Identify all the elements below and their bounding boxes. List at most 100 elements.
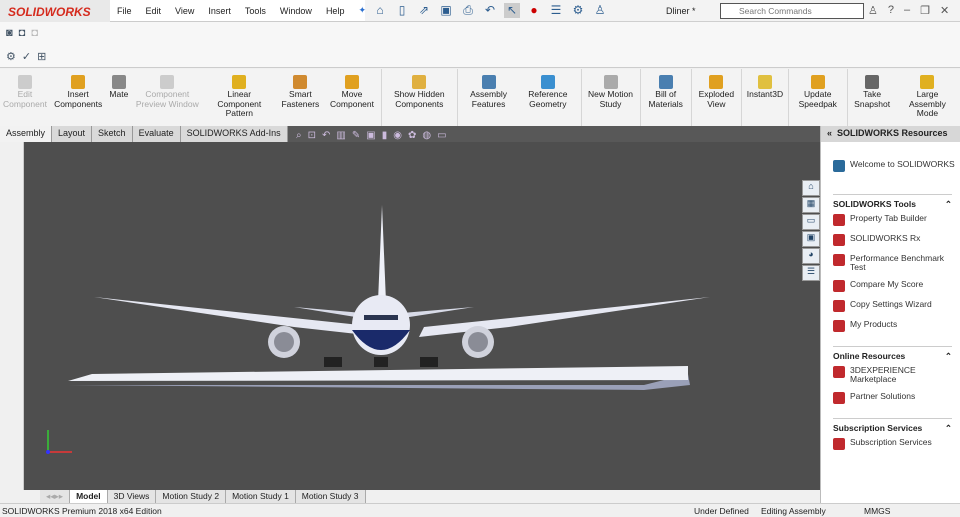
- pin-icon[interactable]: ✦: [351, 5, 373, 16]
- tab-motion-study-1[interactable]: Motion Study 1: [226, 490, 296, 503]
- tab-motion-study-2[interactable]: Motion Study 2: [156, 490, 227, 503]
- exploded-view-button[interactable]: Exploded View: [694, 69, 739, 126]
- component-preview-window-button[interactable]: Component Preview Window: [131, 69, 203, 126]
- home-icon[interactable]: ⌂: [372, 3, 388, 18]
- chevron-up-icon[interactable]: ⌃: [945, 199, 952, 210]
- tab-motion-study-3[interactable]: Motion Study 3: [295, 490, 366, 503]
- section-header[interactable]: Online Resources ⌃: [833, 351, 952, 362]
- collapse-icon[interactable]: «: [827, 128, 837, 138]
- scene-icon[interactable]: ◍: [422, 130, 431, 141]
- mate-button[interactable]: Mate: [106, 69, 131, 126]
- appearances-icon[interactable]: ◕: [802, 248, 820, 264]
- large-assembly-mode-button[interactable]: Large Assembly Mode: [895, 69, 960, 126]
- view-orientation-icon[interactable]: ▣: [366, 130, 375, 141]
- undo-icon[interactable]: ↶: [482, 3, 498, 18]
- graphics-area[interactable]: [24, 142, 820, 490]
- smart-fasteners-button[interactable]: Smart Fasteners: [275, 69, 325, 126]
- dynamic-annotation-icon[interactable]: ✎: [352, 130, 360, 141]
- solidworks-logo[interactable]: SOLIDWORKS: [0, 0, 110, 22]
- resource-link[interactable]: Subscription Services: [833, 438, 952, 450]
- separator: [457, 69, 458, 126]
- resource-section: SOLIDWORKS Tools ⌃ Property Tab Builder SOL…: [833, 194, 952, 332]
- view-palette-icon[interactable]: ▣: [802, 231, 820, 247]
- minimize-button[interactable]: –: [904, 4, 910, 17]
- menu-view[interactable]: View: [168, 6, 201, 16]
- definition-status: Under Defined: [694, 506, 749, 516]
- assembly-features-button[interactable]: Assembly Features: [460, 69, 517, 126]
- menu-insert[interactable]: Insert: [201, 6, 238, 16]
- bill-of-materials-button[interactable]: Bill of Materials: [642, 69, 689, 126]
- move-component-button[interactable]: Move Component: [325, 69, 378, 126]
- instant3d-button[interactable]: Instant3D: [744, 69, 786, 126]
- design-library-icon[interactable]: ▦: [802, 197, 820, 213]
- resource-link[interactable]: Performance Benchmark Test: [833, 254, 952, 272]
- feature-manager-collapsed[interactable]: [0, 142, 24, 490]
- welcome-link[interactable]: Welcome to SOLIDWORKS: [833, 160, 960, 172]
- restore-button[interactable]: ❐: [920, 4, 930, 17]
- user-icon[interactable]: ♙: [592, 3, 608, 18]
- resource-link[interactable]: 3DEXPERIENCE Marketplace: [833, 366, 952, 384]
- tab-sketch[interactable]: Sketch: [92, 126, 133, 142]
- resource-link[interactable]: Partner Solutions: [833, 392, 952, 404]
- account-icon[interactable]: ♙: [868, 4, 878, 17]
- menu-window[interactable]: Window: [273, 6, 319, 16]
- mate-reference-icon[interactable]: ✓: [22, 50, 31, 63]
- tab-assembly[interactable]: Assembly: [0, 126, 53, 142]
- section-header[interactable]: SOLIDWORKS Tools ⌃: [833, 199, 952, 210]
- hide-show-icon[interactable]: ◉: [393, 130, 402, 141]
- zoom-area-icon[interactable]: ⊡: [308, 130, 316, 141]
- assembly-icon[interactable]: ⚙: [6, 50, 16, 63]
- file-properties-icon[interactable]: ☰: [548, 3, 564, 18]
- section-header[interactable]: Subscription Services ⌃: [833, 423, 952, 434]
- resource-link[interactable]: My Products: [833, 320, 952, 332]
- resource-link[interactable]: Compare My Score: [833, 280, 952, 292]
- take-snapshot-button[interactable]: Take Snapshot: [849, 69, 895, 126]
- new-motion-study-button[interactable]: New Motion Study: [583, 69, 637, 126]
- display-style-icon[interactable]: ▮: [382, 130, 388, 141]
- menu-file[interactable]: File: [110, 6, 139, 16]
- previous-view-icon[interactable]: ↶: [322, 130, 330, 141]
- show-hidden-components-button[interactable]: Show Hidden Components: [383, 69, 455, 126]
- appearance-icon[interactable]: ✿: [408, 130, 416, 141]
- reference-geometry-button[interactable]: Reference Geometry: [517, 69, 578, 126]
- linear-component-pattern-button[interactable]: Linear Component Pattern: [203, 69, 275, 126]
- triad-axis-icon: [46, 430, 72, 454]
- select-icon[interactable]: ↖: [504, 3, 520, 18]
- resource-link[interactable]: Copy Settings Wizard: [833, 300, 952, 312]
- rebuild-icon[interactable]: ●: [526, 3, 542, 18]
- open-icon[interactable]: ⇗: [416, 3, 432, 18]
- menu-help[interactable]: Help: [319, 6, 352, 16]
- chevron-up-icon[interactable]: ⌃: [945, 351, 952, 362]
- home-icon[interactable]: ⌂: [802, 180, 820, 196]
- print-icon[interactable]: ⎙: [460, 3, 476, 18]
- tab-model[interactable]: Model: [70, 490, 108, 503]
- edit-component-button[interactable]: Edit Component: [0, 69, 50, 126]
- record-icon[interactable]: ◘: [19, 27, 26, 39]
- resource-link[interactable]: SOLIDWORKS Rx: [833, 234, 952, 246]
- insert-components-button[interactable]: Insert Components: [50, 69, 106, 126]
- tab-scroll-arrows[interactable]: ◂◂▸▸: [40, 490, 71, 503]
- camera-icon[interactable]: ◙: [6, 27, 13, 39]
- units-selector[interactable]: MMGS: [864, 506, 890, 516]
- tab-layout[interactable]: Layout: [52, 126, 93, 142]
- menu-tools[interactable]: Tools: [238, 6, 273, 16]
- tab-3d-views[interactable]: 3D Views: [107, 490, 157, 503]
- custom-properties-icon[interactable]: ☰: [802, 265, 820, 281]
- close-button[interactable]: ✕: [940, 4, 949, 17]
- tab-addins[interactable]: SOLIDWORKS Add-Ins: [180, 126, 288, 142]
- resource-link[interactable]: Property Tab Builder: [833, 214, 952, 226]
- options-gear-icon[interactable]: ⚙: [570, 3, 586, 18]
- menu-edit[interactable]: Edit: [139, 6, 169, 16]
- new-document-icon[interactable]: ▯: [394, 3, 410, 18]
- search-commands-input[interactable]: Search Commands: [720, 3, 864, 19]
- tree-icon[interactable]: ⊞: [37, 50, 46, 63]
- save-icon[interactable]: ▣: [438, 3, 454, 18]
- zoom-fit-icon[interactable]: ⌕: [296, 130, 302, 141]
- update-speedpak-button[interactable]: Update Speedpak: [791, 69, 845, 126]
- chevron-up-icon[interactable]: ⌃: [945, 423, 952, 434]
- file-explorer-icon[interactable]: ▭: [802, 214, 820, 230]
- view-settings-icon[interactable]: ▭: [437, 130, 446, 141]
- help-icon[interactable]: ?: [888, 4, 894, 17]
- section-view-icon[interactable]: ▥: [336, 130, 345, 141]
- tab-evaluate[interactable]: Evaluate: [132, 126, 181, 142]
